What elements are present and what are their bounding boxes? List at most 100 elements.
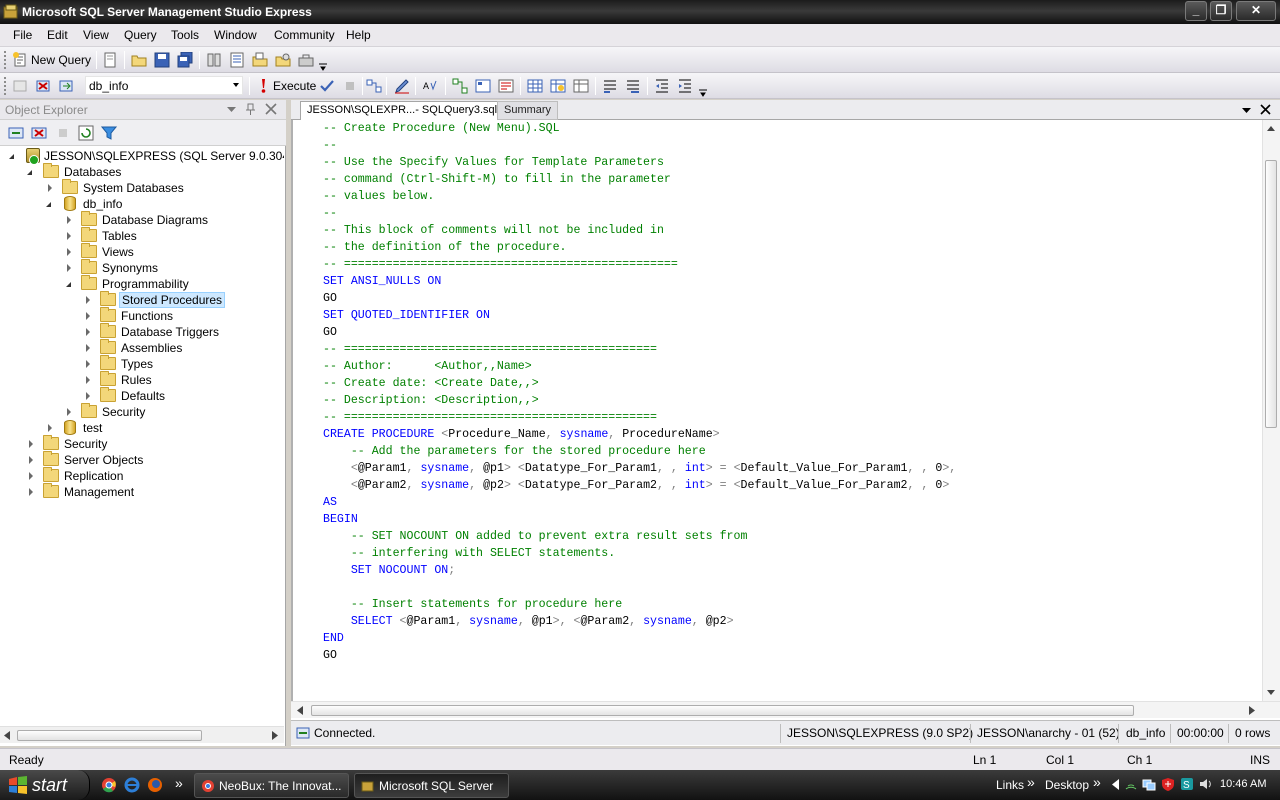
quicklaunch-overflow-icon[interactable]: » bbox=[175, 775, 183, 791]
results-to-text-icon[interactable] bbox=[498, 78, 514, 94]
collapsed-arrow-icon[interactable] bbox=[67, 216, 71, 224]
collapsed-arrow-icon[interactable] bbox=[67, 232, 71, 240]
minimize-button[interactable]: _ bbox=[1185, 1, 1207, 21]
scrollbar-thumb[interactable] bbox=[1265, 160, 1277, 428]
tab-sqlquery3[interactable]: JESSON\SQLEXPR...- SQLQuery3.sql bbox=[300, 101, 505, 120]
code-line[interactable]: -- Add the parameters for the stored pro… bbox=[323, 443, 706, 460]
firefox-icon[interactable] bbox=[147, 777, 163, 793]
menu-edit[interactable]: Edit bbox=[47, 28, 68, 42]
results-to-file-2-icon[interactable] bbox=[573, 78, 589, 94]
save-icon[interactable] bbox=[154, 52, 170, 68]
collapsed-arrow-icon[interactable] bbox=[67, 248, 71, 256]
decrease-indent-icon[interactable] bbox=[654, 78, 670, 94]
properties-icon[interactable] bbox=[275, 52, 291, 68]
code-line[interactable]: -- =====================================… bbox=[323, 409, 657, 426]
disconnect-object-explorer-icon[interactable] bbox=[31, 125, 47, 141]
code-line[interactable]: SELECT <@Param1, sysname, @p1>, <@Param2… bbox=[323, 613, 734, 630]
network-connection-tray-icon[interactable] bbox=[1142, 777, 1156, 791]
open-folder-icon[interactable] bbox=[131, 52, 147, 68]
code-line[interactable]: -- Description: <Description,,> bbox=[323, 392, 539, 409]
collapsed-arrow-icon[interactable] bbox=[67, 408, 71, 416]
collapsed-arrow-icon[interactable] bbox=[29, 456, 33, 464]
toolbox-icon[interactable] bbox=[298, 52, 314, 68]
filter-icon[interactable] bbox=[101, 125, 117, 141]
menu-window[interactable]: Window bbox=[214, 28, 257, 42]
toolbar-grip[interactable] bbox=[4, 77, 7, 95]
execute-button[interactable]: Execute bbox=[273, 79, 316, 93]
code-line[interactable]: -- command (Ctrl-Shift-M) to fill in the… bbox=[323, 171, 671, 188]
scroll-right-icon[interactable] bbox=[272, 731, 278, 740]
code-line[interactable]: -- bbox=[323, 137, 337, 154]
increase-indent-icon[interactable] bbox=[677, 78, 693, 94]
close-document-icon[interactable] bbox=[1260, 104, 1271, 115]
object-explorer-horizontal-scrollbar[interactable] bbox=[0, 726, 284, 743]
links-toolbar[interactable]: Links bbox=[996, 778, 1024, 792]
save-all-icon[interactable] bbox=[177, 52, 193, 68]
tree-node-management[interactable]: Management bbox=[29, 483, 279, 500]
tree-node-functions[interactable]: Functions bbox=[86, 307, 276, 324]
menu-file[interactable]: File bbox=[13, 28, 32, 42]
code-line[interactable]: GO bbox=[323, 324, 337, 341]
collapsed-arrow-icon[interactable] bbox=[86, 328, 90, 336]
code-line[interactable]: <@Param2, sysname, @p2> <Datatype_For_Pa… bbox=[323, 477, 949, 494]
tree-node-server-objects[interactable]: Server Objects bbox=[29, 451, 279, 468]
collapsed-arrow-icon[interactable] bbox=[29, 488, 33, 496]
query-designer-icon[interactable] bbox=[394, 78, 410, 94]
maximize-button[interactable]: ❐ bbox=[1210, 1, 1232, 21]
taskbar-item-neobux[interactable]: NeoBux: The Innovat... bbox=[194, 773, 349, 798]
tab-summary[interactable]: Summary bbox=[497, 101, 559, 120]
code-line[interactable]: <@Param1, sysname, @p1> <Datatype_For_Pa… bbox=[323, 460, 956, 477]
security-shield-tray-icon[interactable] bbox=[1161, 777, 1175, 791]
code-line[interactable]: -- interfering with SELECT statements. bbox=[323, 545, 615, 562]
links-overflow-icon[interactable]: » bbox=[1027, 774, 1035, 790]
code-line[interactable]: -- Author: <Author,,Name> bbox=[323, 358, 532, 375]
sql-code-area[interactable]: -- Create Procedure (New Menu).SQL -- -- U… bbox=[291, 120, 1261, 706]
tree-node-programmability[interactable]: Programmability bbox=[66, 275, 277, 292]
network-tray-icon[interactable] bbox=[1124, 777, 1138, 791]
editor-vertical-scrollbar[interactable] bbox=[1262, 120, 1280, 706]
scroll-down-icon[interactable] bbox=[1267, 690, 1275, 695]
tree-node-assemblies[interactable]: Assemblies bbox=[86, 339, 276, 356]
tree-node-system-databases[interactable]: System Databases bbox=[48, 179, 278, 196]
expanded-arrow-icon[interactable] bbox=[46, 202, 51, 207]
code-line[interactable]: END bbox=[323, 630, 344, 647]
code-line[interactable]: -- SET NOCOUNT ON added to prevent extra… bbox=[323, 528, 748, 545]
code-line[interactable]: -- Insert statements for procedure here bbox=[323, 596, 622, 613]
new-file-icon[interactable] bbox=[102, 52, 118, 68]
expanded-arrow-icon[interactable] bbox=[66, 282, 71, 287]
stop-icon[interactable] bbox=[55, 125, 71, 141]
start-button[interactable]: start bbox=[0, 770, 90, 800]
code-line[interactable]: CREATE PROCEDURE <Procedure_Name, sysnam… bbox=[323, 426, 720, 443]
close-window-button[interactable]: ✕ bbox=[1236, 1, 1276, 21]
menu-help[interactable]: Help bbox=[346, 28, 371, 42]
code-line[interactable]: -- =====================================… bbox=[323, 256, 678, 273]
code-line[interactable]: SET QUOTED_IDENTIFIER ON bbox=[323, 307, 490, 324]
cancel-query-icon[interactable] bbox=[342, 78, 358, 94]
collapsed-arrow-icon[interactable] bbox=[86, 344, 90, 352]
tree-node-server[interactable]: JESSON\SQLEXPRESS (SQL Server 9.0.3042 -… bbox=[9, 148, 284, 165]
collapsed-arrow-icon[interactable] bbox=[86, 312, 90, 320]
code-line[interactable]: SET ANSI_NULLS ON bbox=[323, 273, 441, 290]
include-actual-plan-icon[interactable] bbox=[452, 78, 468, 94]
code-line[interactable]: GO bbox=[323, 647, 337, 664]
expanded-arrow-icon[interactable] bbox=[27, 170, 32, 175]
scroll-left-icon[interactable] bbox=[297, 706, 303, 715]
uncomment-lines-icon[interactable] bbox=[625, 78, 641, 94]
menu-community[interactable]: Community bbox=[274, 28, 335, 42]
desktop-overflow-icon[interactable]: » bbox=[1093, 774, 1101, 790]
tree-node-database-diagrams[interactable]: Database Diagrams bbox=[67, 211, 277, 228]
tree-node-tables[interactable]: Tables bbox=[67, 227, 277, 244]
close-panel-icon[interactable] bbox=[265, 103, 277, 115]
collapsed-arrow-icon[interactable] bbox=[86, 296, 90, 304]
code-line[interactable]: -- This block of comments will not be in… bbox=[323, 222, 664, 239]
scrollbar-thumb[interactable] bbox=[17, 730, 202, 741]
scrollbar-thumb[interactable] bbox=[311, 705, 1134, 716]
code-line[interactable]: -- the definition of the procedure. bbox=[323, 239, 567, 256]
tree-node-types[interactable]: Types bbox=[86, 355, 276, 372]
comment-out-lines-icon[interactable] bbox=[602, 78, 618, 94]
execute-icon[interactable] bbox=[255, 78, 271, 94]
menu-tools[interactable]: Tools bbox=[171, 28, 199, 42]
menu-query[interactable]: Query bbox=[124, 28, 157, 42]
internet-explorer-icon[interactable] bbox=[124, 777, 140, 793]
tree-node-defaults[interactable]: Defaults bbox=[86, 387, 276, 404]
